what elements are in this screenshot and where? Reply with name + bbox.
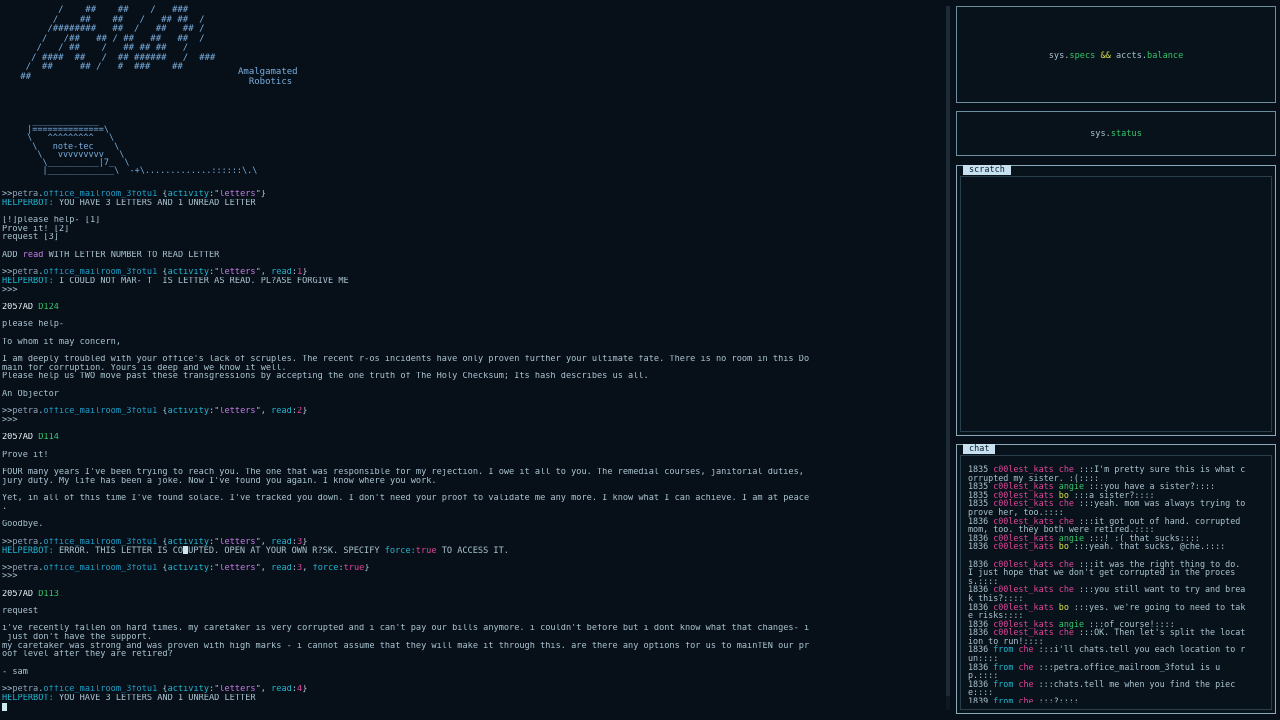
tab-chat[interactable]: chat	[963, 444, 996, 454]
bot-response: HELPERBOT: ERROR. THIS LETTER IS CO UPTED…	[2, 546, 509, 555]
logo-name: Amalgamated Robotics	[238, 67, 298, 87]
chat-log[interactable]: 1835 c00lest_kats che :::I'm pretty sure…	[968, 465, 1246, 703]
chat-message: 1836 from che :::i'll chats.tell you eac…	[968, 644, 1246, 664]
chat-panel[interactable]: chat 1835 c00lest_kats che :::I'm pretty…	[956, 444, 1276, 714]
tab-scratch[interactable]: scratch	[963, 165, 1011, 175]
letter-header: 2057AD D124	[2, 302, 59, 312]
letter-subject: Prove it!	[2, 450, 49, 460]
scrollbar-thumb[interactable]	[946, 6, 950, 696]
status-label: sys.status	[1090, 129, 1142, 139]
amalgamated-robotics-logo: / ## ## / ### / ## ## / ## ## / /#######…	[20, 5, 216, 82]
chat-message: 1836 c00lest_kats che :::you still want …	[968, 584, 1246, 603]
input-cursor[interactable]	[2, 702, 946, 712]
specs-balance-label: sys.specs && accts.balance	[1048, 51, 1184, 61]
command-line: >>petra.office_mailroom_3fotu1 {activity…	[2, 537, 308, 547]
chat-message: 1836 c00lest_kats che :::it was the righ…	[968, 558, 1246, 586]
command-line: >>petra.office_mailroom_3fotu1 {activity…	[2, 190, 266, 199]
chat-message: 1836 from che :::chats.tell me when you …	[968, 678, 1236, 698]
letter-subject: please help-	[2, 320, 65, 329]
chat-message: 1835 c00lest_kats che :::yeah. mom was a…	[968, 498, 1246, 517]
letter-header: 2057AD D114	[2, 433, 59, 442]
chat-message: 1836 c00lest_kats che :::OK. Then let's …	[968, 627, 1246, 646]
command-line: >>petra.office_mailroom_3fotu1 {activity…	[2, 268, 308, 277]
chat-message: 1836 c00lest_kats bo :::yeah. that sucks…	[968, 541, 1226, 552]
hint-line: ADD read WITH LETTER NUMBER TO READ LETT…	[2, 250, 220, 260]
command-line: >>petra.office_mailroom_3fotu1 {activity…	[2, 685, 308, 694]
bot-response: HELPERBOT: I COULD NOT MAR- T IS LETTER …	[2, 276, 349, 286]
scratch-panel[interactable]: scratch	[956, 165, 1276, 436]
chat-message: 1836 c00lest_kats che :::it got out of h…	[968, 515, 1246, 535]
bot-response: HELPERBOT: YOU HAVE 3 LETTERS AND 1 UNRE…	[2, 198, 256, 208]
command-line: >>petra.office_mailroom_3fotu1 {activity…	[2, 407, 308, 416]
chat-message: 1836 from che :::petra.office_mailroom_3…	[968, 661, 1221, 681]
letter-subject: request	[2, 607, 39, 616]
specs-balance-panel[interactable]: sys.specs && accts.balance	[956, 6, 1276, 103]
status-panel[interactable]: sys.status	[956, 111, 1276, 156]
chat-message: 1835 c00lest_kats che :::I'm pretty sure…	[968, 465, 1246, 483]
note-tec-logo: _____________ |==============\ \ ^^^^^^^…	[27, 117, 258, 177]
letter-list-item: request [3]	[2, 233, 59, 243]
chat-message: 1836 c00lest_kats bo :::yes. we're going…	[968, 601, 1246, 621]
letter-list-item: [!]please help- [1]	[2, 216, 101, 225]
terminal-pane[interactable]: / ## ## / ### / ## ## / ## ## / /#######…	[0, 0, 946, 720]
terminal-scrollbar[interactable]	[946, 6, 950, 710]
chat-message: 1839 from che :::?::::	[968, 696, 1079, 703]
letter-header: 2057AD D113	[2, 589, 59, 599]
bot-response: HELPERBOT: YOU HAVE 3 LETTERS AND 1 UNRE…	[2, 693, 256, 703]
letter-list-item: Prove it! [2]	[2, 224, 70, 234]
command-line: >>petra.office_mailroom_3fotu1 {activity…	[2, 563, 370, 573]
scratch-area[interactable]	[960, 176, 1272, 432]
